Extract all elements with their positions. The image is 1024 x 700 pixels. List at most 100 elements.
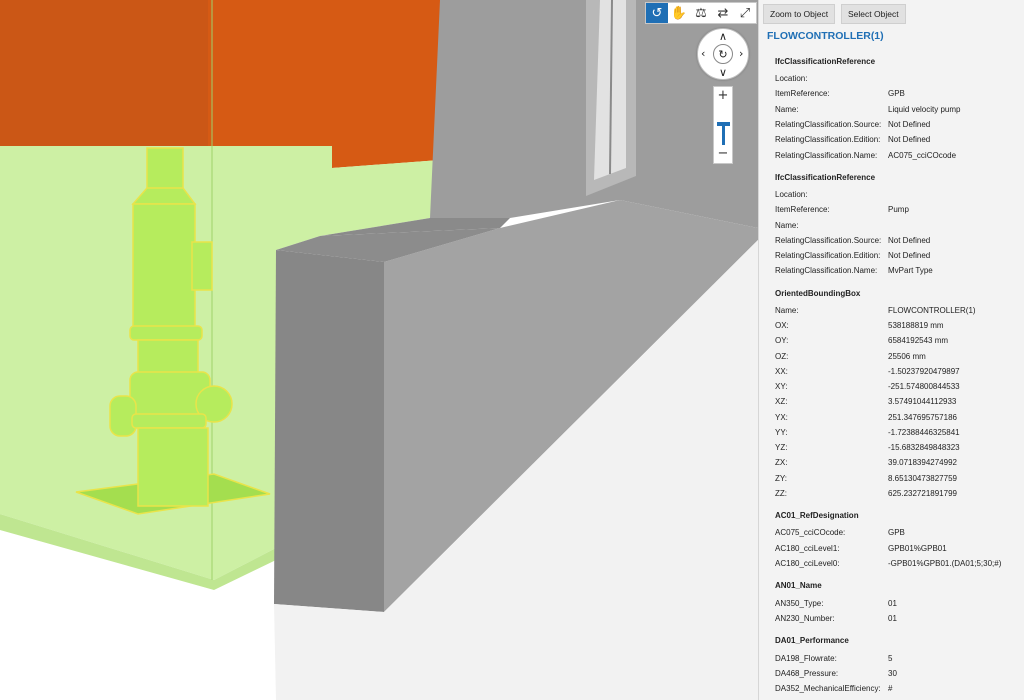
property-value: 625.232721891799 [888,489,957,498]
property-key: RelatingClassification.Source: [775,120,882,129]
pan-up-icon[interactable]: ∧ [719,31,727,42]
property-key: RelatingClassification.Edition: [775,135,881,144]
property-row: DA198_Flowrate: 5 [775,654,1021,666]
property-row: AC180_cciLevel1: GPB01%GPB01 [775,544,1021,556]
property-row: Name: FLOWCONTROLLER(1) [775,306,1021,318]
property-row: AC180_cciLevel0: -GPB01%GPB01.(DA01;5;30;… [775,559,1021,571]
property-value: Pump [888,205,909,214]
section-heading: DA01_Performance [775,636,849,645]
property-key: RelatingClassification.Source: [775,236,882,245]
property-value: 01 [888,599,897,608]
property-key: RelatingClassification.Name: [775,151,878,160]
front-wall-face [274,250,384,612]
property-value: 3.57491044112933 [888,397,957,406]
property-row: Name: Liquid velocity pump [775,105,1021,117]
property-value: -1.50237920479897 [888,367,960,376]
property-key: DA352_MechanicalEfficiency: [775,684,881,693]
property-key: OX: [775,321,789,330]
property-row: RelatingClassification.Name: AC075_cciCOc… [775,151,1021,163]
property-value: GPB [888,528,905,537]
property-row: ZZ: 625.232721891799 [775,489,1021,501]
property-row: ZY: 8.65130473827759 [775,474,1021,486]
property-row: DA352_MechanicalEfficiency: # [775,684,1021,696]
property-row: AN230_Number: 01 [775,614,1021,626]
orange-wall-right [208,0,440,168]
property-key: DA468_Pressure: [775,669,839,678]
property-key: ZX: [775,458,788,467]
3d-viewport[interactable]: ↺ ✋ ⚖ ⇄ ⤢ ∧ ∨ ‹ › ↻ + − [0,0,758,700]
swap-icon[interactable]: ⇄ [712,3,734,23]
object-title: FLOWCONTROLLER(1) [767,30,884,42]
property-key: ZZ: [775,489,787,498]
zoom-to-object-button[interactable]: Zoom to Object [763,4,836,24]
property-row: ItemReference: Pump [775,205,1021,217]
property-value: 01 [888,614,897,623]
pan-left-icon[interactable]: ‹ [701,48,705,59]
property-key: RelatingClassification.Edition: [775,251,881,260]
property-value: # [888,684,893,693]
property-key: Name: [775,221,799,230]
zoom-out-button[interactable]: − [714,147,732,161]
property-value: Not Defined [888,236,931,245]
orange-wall-left [0,0,208,148]
fullscreen-icon[interactable]: ⤢ [734,3,756,23]
property-key: Name: [775,306,799,315]
walk-icon[interactable]: ⚖ [690,3,712,23]
property-row: YZ: -15.6832849848323 [775,443,1021,455]
section-heading: AN01_Name [775,581,822,590]
property-value: GPB [888,89,905,98]
property-value: Not Defined [888,120,931,129]
property-row: YY: -1.72388446325841 [775,428,1021,440]
zoom-in-button[interactable]: + [714,89,732,103]
property-value: Not Defined [888,251,931,260]
property-row: XZ: 3.57491044112933 [775,397,1021,409]
property-value: Not Defined [888,135,931,144]
navigation-ring[interactable]: ∧ ∨ ‹ › ↻ [697,28,749,80]
property-value: MvPart Type [888,266,933,275]
orbit-icon[interactable]: ↺ [646,3,668,23]
property-key: AC075_cciCOcode: [775,528,846,537]
property-row: AC075_cciCOcode: GPB [775,528,1021,540]
zoom-track[interactable] [722,124,725,145]
property-key: RelatingClassification.Name: [775,266,878,275]
select-object-button[interactable]: Select Object [841,4,906,24]
property-row: OX: 538188819 mm [775,321,1021,333]
section-heading: AC01_RefDesignation [775,511,859,520]
pan-down-icon[interactable]: ∨ [719,67,727,78]
property-value: 538188819 mm [888,321,944,330]
property-value: Liquid velocity pump [888,105,961,114]
zoom-thumb[interactable] [717,122,730,126]
property-row: RelatingClassification.Edition: Not Defi… [775,135,1021,147]
property-key: ZY: [775,474,788,483]
scene-render[interactable] [0,0,758,700]
properties-panel: Zoom to Object Select Object FLOWCONTROL… [758,0,1024,700]
property-key: Location: [775,190,808,199]
property-value: GPB01%GPB01 [888,544,947,553]
property-key: XZ: [775,397,788,406]
property-value: 8.65130473827759 [888,474,957,483]
section-heading: OrientedBoundingBox [775,289,861,298]
property-value: 25506 mm [888,352,926,361]
property-key: XY: [775,382,788,391]
property-row: YX: 251.347695757186 [775,413,1021,425]
property-row: RelatingClassification.Edition: Not Defi… [775,251,1021,263]
property-key: Location: [775,74,808,83]
orbit-center-icon[interactable]: ↻ [713,44,733,64]
property-value: -251.574800844533 [888,382,960,391]
property-value: 39.0718394274992 [888,458,957,467]
property-row: XX: -1.50237920479897 [775,367,1021,379]
property-value: 30 [888,669,897,678]
zoom-slider[interactable]: + − [713,86,733,164]
pan-hand-icon[interactable]: ✋ [668,3,690,23]
pan-right-icon[interactable]: › [739,48,743,59]
property-row: XY: -251.574800844533 [775,382,1021,394]
property-key: OZ: [775,352,789,361]
property-row: RelatingClassification.Name: MvPart Type [775,266,1021,278]
property-row: Location: [775,190,1021,202]
property-row: RelatingClassification.Source: Not Defin… [775,120,1021,132]
property-key: YY: [775,428,788,437]
section-heading: IfcClassificationReference [775,173,876,182]
property-row: OZ: 25506 mm [775,352,1021,364]
property-row: Location: [775,74,1021,86]
property-row: DA468_Pressure: 30 [775,669,1021,681]
